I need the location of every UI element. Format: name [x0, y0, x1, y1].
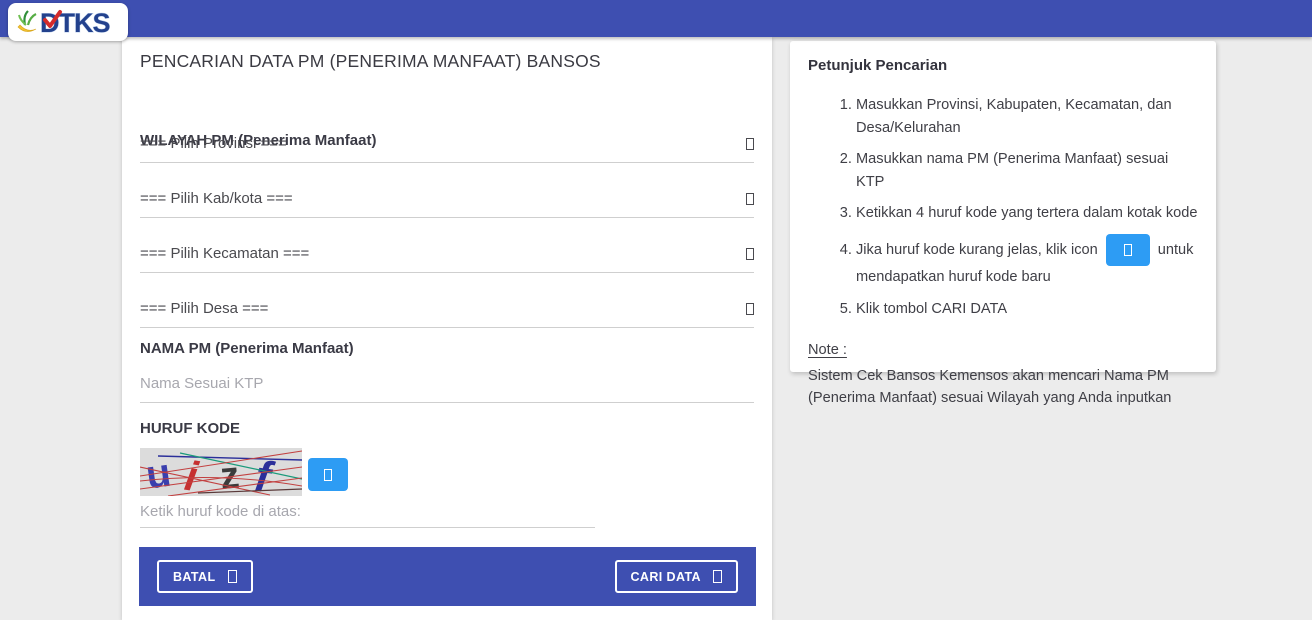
refresh-icon	[1124, 244, 1132, 256]
kecamatan-select-value: === Pilih Kecamatan ===	[140, 245, 309, 262]
desa-select[interactable]: === Pilih Desa ===	[140, 290, 754, 328]
note-block: Note : Sistem Cek Bansos Kemensos akan m…	[808, 340, 1198, 410]
provinsi-select-value: === Pilih Provinsi ===	[140, 135, 287, 152]
top-navbar: DTKS	[0, 0, 1312, 37]
instruction-step: Klik tombol CARI DATA	[856, 298, 1198, 321]
dropdown-caret-icon	[746, 138, 754, 150]
step-text: Jika huruf kode kurang jelas, klik icon	[856, 242, 1098, 258]
kabkota-select[interactable]: === Pilih Kab/kota ===	[140, 180, 754, 218]
kabkota-select-value: === Pilih Kab/kota ===	[140, 190, 293, 207]
dropdown-caret-icon	[746, 248, 754, 260]
captcha-refresh-button[interactable]	[308, 458, 348, 491]
dtks-logo[interactable]: DTKS	[8, 3, 128, 41]
step-text: Masukkan Provinsi, Kabupaten, Kecamatan,…	[856, 97, 1172, 136]
search-form-card: PENCARIAN DATA PM (PENERIMA MANFAAT) BAN…	[122, 37, 772, 620]
huruf-kode-label: HURUF KODE	[140, 420, 240, 437]
step-text: Ketikkan 4 huruf kode yang tertera dalam…	[856, 205, 1198, 221]
provinsi-select[interactable]: === Pilih Provinsi ===	[140, 125, 754, 163]
instruction-step: Masukkan Provinsi, Kabupaten, Kecamatan,…	[856, 94, 1198, 139]
search-icon	[713, 570, 722, 583]
instruction-step: Masukkan nama PM (Penerima Manfaat) sesu…	[856, 148, 1198, 193]
instructions-steps: Masukkan Provinsi, Kabupaten, Kecamatan,…	[808, 94, 1198, 320]
kecamatan-select[interactable]: === Pilih Kecamatan ===	[140, 235, 754, 273]
instruction-step: Jika huruf kode kurang jelas, klik iconu…	[856, 234, 1198, 289]
nama-section-label: NAMA PM (Penerima Manfaat)	[140, 340, 354, 357]
instruction-step: Ketikkan 4 huruf kode yang tertera dalam…	[856, 202, 1198, 225]
cari-data-button-label: CARI DATA	[631, 570, 702, 584]
note-label: Note :	[808, 340, 1198, 362]
batal-button[interactable]: BATAL	[157, 560, 253, 593]
captcha-refresh-example-button[interactable]	[1106, 234, 1150, 266]
batal-button-label: BATAL	[173, 570, 216, 584]
dropdown-caret-icon	[746, 193, 754, 205]
instructions-title: Petunjuk Pencarian	[808, 57, 1198, 74]
dropdown-caret-icon	[746, 303, 754, 315]
captcha-code-input[interactable]	[140, 495, 595, 528]
note-text: Sistem Cek Bansos Kemensos akan mencari …	[808, 366, 1198, 410]
cari-data-button[interactable]: CARI DATA	[615, 560, 739, 593]
nama-pm-input[interactable]	[140, 365, 754, 403]
form-actions-bar: BATAL CARI DATA	[139, 547, 756, 606]
instructions-card: Petunjuk Pencarian Masukkan Provinsi, Ka…	[790, 41, 1216, 372]
logo-leaf-2	[28, 14, 36, 25]
captcha-letter-2: i	[182, 452, 202, 496]
step-text: Masukkan nama PM (Penerima Manfaat) sesu…	[856, 151, 1168, 190]
page-title: PENCARIAN DATA PM (PENERIMA MANFAAT) BAN…	[140, 51, 601, 72]
desa-select-value: === Pilih Desa ===	[140, 300, 268, 317]
refresh-icon	[324, 469, 332, 481]
dtks-logo-image: DTKS	[12, 5, 124, 39]
logo-hand-shape	[18, 25, 36, 32]
cancel-icon	[228, 570, 237, 583]
captcha-image: u i z f	[140, 448, 302, 496]
step-text: Klik tombol CARI DATA	[856, 301, 1007, 317]
